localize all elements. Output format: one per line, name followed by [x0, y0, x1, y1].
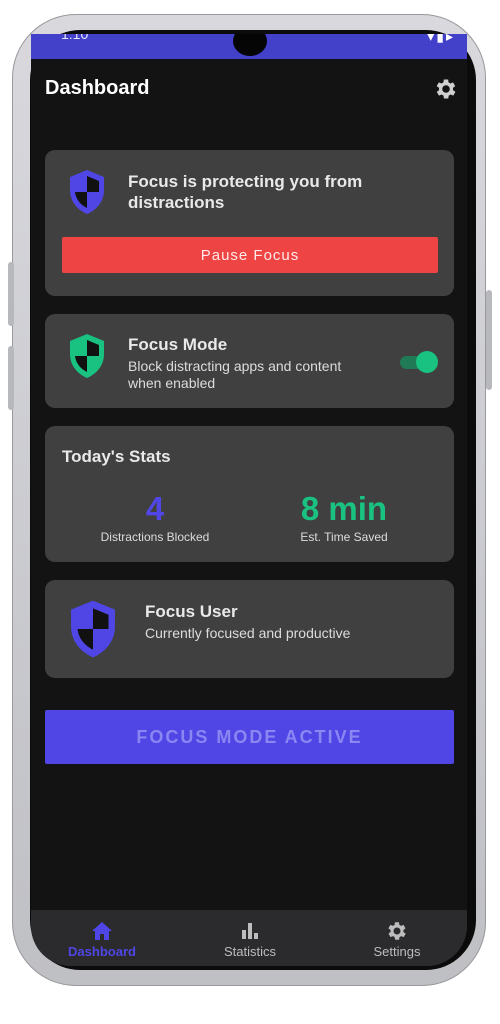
status-icons: ▾▮▸: [427, 34, 455, 44]
protection-card: Focus is protecting you from distraction…: [45, 150, 454, 296]
nav-item-dashboard[interactable]: Dashboard: [47, 910, 157, 966]
user-name: Focus User: [145, 602, 238, 621]
shield-icon: [70, 334, 104, 378]
nav-label-dashboard: Dashboard: [68, 944, 136, 959]
time-saved-label: Est. Time Saved: [300, 530, 388, 544]
pause-focus-button[interactable]: Pause Focus: [62, 237, 438, 273]
focus-mode-active-button[interactable]: FOCUS MODE ACTIVE: [45, 710, 454, 764]
user-status: Currently focused and productive: [145, 625, 351, 641]
toggle-thumb: [416, 351, 438, 373]
nav-label-settings: Settings: [373, 944, 421, 959]
distractions-blocked-label: Distractions Blocked: [100, 530, 210, 544]
home-icon: [92, 922, 112, 940]
app-screen: 1:10 ▾▮▸ Dashboard Focus is protecting y…: [31, 34, 467, 966]
distractions-blocked-value: 4: [145, 490, 165, 527]
stats-title: Today's Stats: [62, 447, 171, 466]
gear-icon: [436, 79, 456, 99]
nav-item-settings[interactable]: Settings: [342, 910, 452, 966]
stats-card: Today's Stats 4 Distractions Blocked 8 m…: [45, 426, 454, 562]
nav-item-statistics[interactable]: Statistics: [195, 910, 305, 966]
focus-mode-card: Focus Mode Block distracting apps and co…: [45, 314, 454, 408]
volume-button: [8, 346, 14, 410]
shield-icon: [71, 600, 115, 658]
focus-mode-toggle[interactable]: [400, 351, 438, 373]
bottom-nav: Dashboard Statistics Settings: [31, 910, 467, 966]
time-saved-value: 8 min: [300, 490, 388, 527]
bar-chart-icon: [242, 923, 258, 939]
focus-mode-title: Focus Mode: [128, 335, 228, 354]
settings-button[interactable]: [433, 76, 459, 102]
power-button: [8, 262, 14, 326]
page-title: Dashboard: [45, 77, 150, 99]
focus-mode-description: Block distracting apps and content when …: [128, 358, 342, 391]
shield-icon: [70, 170, 104, 214]
user-card: Focus User Currently focused and product…: [45, 580, 454, 678]
status-time: 1:10: [61, 34, 89, 42]
nav-label-statistics: Statistics: [223, 944, 276, 959]
gear-icon: [388, 922, 406, 940]
side-key: [486, 290, 492, 390]
protection-title: Focus is protecting you from distraction…: [128, 172, 363, 212]
